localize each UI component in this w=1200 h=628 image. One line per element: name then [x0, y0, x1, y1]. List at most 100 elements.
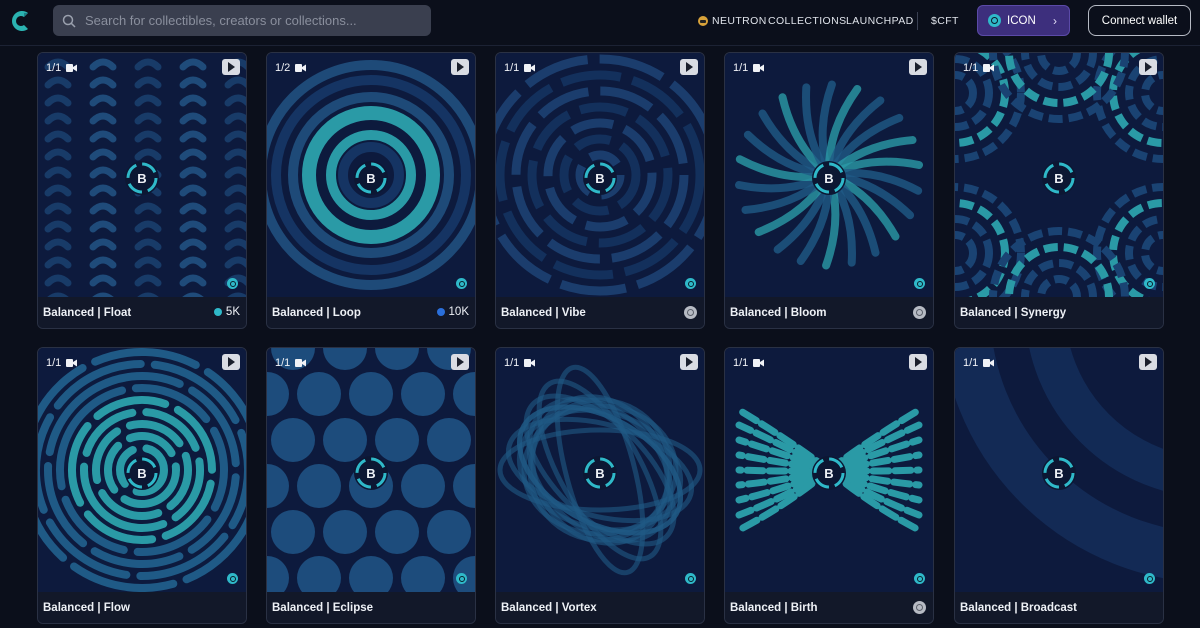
- card-title[interactable]: Balanced | Loop: [272, 307, 361, 319]
- icon-chain-icon: [1144, 573, 1155, 584]
- card-title[interactable]: Balanced | Vibe: [501, 307, 586, 319]
- search-bar[interactable]: [53, 5, 431, 36]
- connect-wallet-button[interactable]: Connect wallet: [1088, 5, 1191, 36]
- card-title[interactable]: Balanced | Eclipse: [272, 602, 373, 614]
- play-icon[interactable]: [451, 59, 469, 75]
- edition-label: 1/1: [275, 357, 307, 369]
- play-icon[interactable]: [222, 59, 240, 75]
- nav-launchpad[interactable]: LAUNCHPAD: [846, 15, 914, 27]
- icon-chain-icon: [456, 278, 467, 289]
- edition-label: 1/1: [733, 357, 765, 369]
- card-title[interactable]: Balanced | Flow: [43, 602, 130, 614]
- card-footer: Balanced | Loop 10K: [267, 297, 475, 328]
- svg-text:B: B: [824, 466, 833, 481]
- card-title[interactable]: Balanced | Broadcast: [960, 602, 1077, 614]
- collectible-card-eclipse[interactable]: 1/1 B Balanced | Eclipse: [266, 347, 476, 624]
- card-price: 5K: [213, 306, 240, 318]
- balanced-logo-icon: B: [1042, 456, 1076, 490]
- video-camera-icon: [753, 64, 765, 72]
- logo-icon[interactable]: [10, 9, 32, 33]
- edition-count: 1/1: [504, 62, 520, 74]
- play-icon[interactable]: [680, 59, 698, 75]
- video-camera-icon: [983, 64, 995, 72]
- collectible-artwork[interactable]: 1/1 B: [38, 53, 246, 297]
- chain-status-icon: [913, 306, 926, 319]
- card-price: 10K: [436, 306, 469, 318]
- collectible-artwork[interactable]: 1/1 B: [725, 53, 933, 297]
- icon-chain-icon: [227, 278, 238, 289]
- edition-count: 1/2: [275, 62, 291, 74]
- collectible-card-float[interactable]: 1/1 B Balanced | Float 5K: [37, 52, 247, 329]
- svg-text:B: B: [595, 466, 604, 481]
- chain-select-label: ICON: [1007, 14, 1036, 27]
- chain-select-button[interactable]: ICON ›: [977, 5, 1070, 36]
- video-camera-icon: [295, 359, 307, 367]
- card-footer: Balanced | Vortex: [496, 592, 704, 623]
- card-title[interactable]: Balanced | Birth: [730, 602, 818, 614]
- play-icon[interactable]: [222, 354, 240, 370]
- edition-count: 1/1: [46, 357, 62, 369]
- card-footer: Balanced | Broadcast: [955, 592, 1163, 623]
- balanced-logo-icon: B: [583, 456, 617, 490]
- edition-label: 1/2: [275, 62, 307, 74]
- search-icon: [62, 14, 76, 28]
- card-footer: Balanced | Float 5K: [38, 297, 246, 328]
- edition-count: 1/1: [963, 357, 979, 369]
- play-icon[interactable]: [680, 354, 698, 370]
- icon-chain-icon: [456, 573, 467, 584]
- collectible-artwork[interactable]: 1/1 B: [267, 348, 475, 592]
- icon-chain-icon: [227, 573, 238, 584]
- edition-label: 1/1: [504, 357, 536, 369]
- card-title[interactable]: Balanced | Synergy: [960, 307, 1066, 319]
- collectible-artwork[interactable]: 1/1 B: [496, 53, 704, 297]
- edition-label: 1/1: [963, 62, 995, 74]
- svg-text:B: B: [366, 171, 375, 186]
- collectible-card-vibe[interactable]: 1/1 B Balanced | Vibe: [495, 52, 705, 329]
- card-footer: Balanced | Bloom: [725, 297, 933, 328]
- edition-count: 1/1: [963, 62, 979, 74]
- card-footer: Balanced | Vibe: [496, 297, 704, 328]
- nav-neutron[interactable]: NEUTRON: [698, 15, 767, 27]
- currency-coin-icon: [213, 308, 222, 316]
- collectible-artwork[interactable]: 1/2 B: [267, 53, 475, 297]
- chain-status-icon: [913, 601, 926, 614]
- top-nav-bar: NEUTRON COLLECTIONS LAUNCHPAD $CFT ICON …: [0, 0, 1200, 46]
- collectible-artwork[interactable]: 1/1 B: [496, 348, 704, 592]
- card-title[interactable]: Balanced | Vortex: [501, 602, 597, 614]
- collectible-card-flow[interactable]: 1/1 B Balanced | Flow: [37, 347, 247, 624]
- neutron-icon: [698, 16, 708, 26]
- collectible-artwork[interactable]: 1/1 B: [38, 348, 246, 592]
- collectible-card-birth[interactable]: 1/1 B Balanced | Birth: [724, 347, 934, 624]
- search-input[interactable]: [85, 13, 405, 28]
- nav-cft[interactable]: $CFT: [931, 15, 959, 27]
- edition-count: 1/1: [733, 357, 749, 369]
- card-title[interactable]: Balanced | Bloom: [730, 307, 827, 319]
- chain-status-icon: [684, 306, 697, 319]
- collectible-artwork[interactable]: 1/1 B: [955, 53, 1163, 297]
- video-camera-icon: [983, 359, 995, 367]
- icon-chain-icon: [914, 278, 925, 289]
- play-icon[interactable]: [1139, 354, 1157, 370]
- collectible-card-synergy[interactable]: 1/1 B Balanced | Synergy: [954, 52, 1164, 329]
- balanced-logo-icon: B: [812, 161, 846, 195]
- play-icon[interactable]: [1139, 59, 1157, 75]
- play-icon[interactable]: [451, 354, 469, 370]
- nav-collections[interactable]: COLLECTIONS: [768, 15, 847, 27]
- edition-count: 1/1: [504, 357, 520, 369]
- balanced-logo-icon: B: [354, 456, 388, 490]
- collectible-card-loop[interactable]: 1/2 B Balanced | Loop 10K: [266, 52, 476, 329]
- collectible-card-vortex[interactable]: 1/1 B Balanced | Vortex: [495, 347, 705, 624]
- svg-text:B: B: [824, 171, 833, 186]
- play-icon[interactable]: [909, 354, 927, 370]
- collectible-card-broadcast[interactable]: 1/1 B Balanced | Broadcast: [954, 347, 1164, 624]
- play-icon[interactable]: [909, 59, 927, 75]
- collectible-card-bloom[interactable]: 1/1 B Balanced | Bloom: [724, 52, 934, 329]
- card-title[interactable]: Balanced | Float: [43, 307, 131, 319]
- collectible-artwork[interactable]: 1/1 B: [955, 348, 1163, 592]
- nav-neutron-label: NEUTRON: [712, 15, 767, 27]
- icon-chain-icon: [685, 278, 696, 289]
- edition-label: 1/1: [504, 62, 536, 74]
- video-camera-icon: [524, 359, 536, 367]
- svg-text:B: B: [1054, 466, 1063, 481]
- collectible-artwork[interactable]: 1/1 B: [725, 348, 933, 592]
